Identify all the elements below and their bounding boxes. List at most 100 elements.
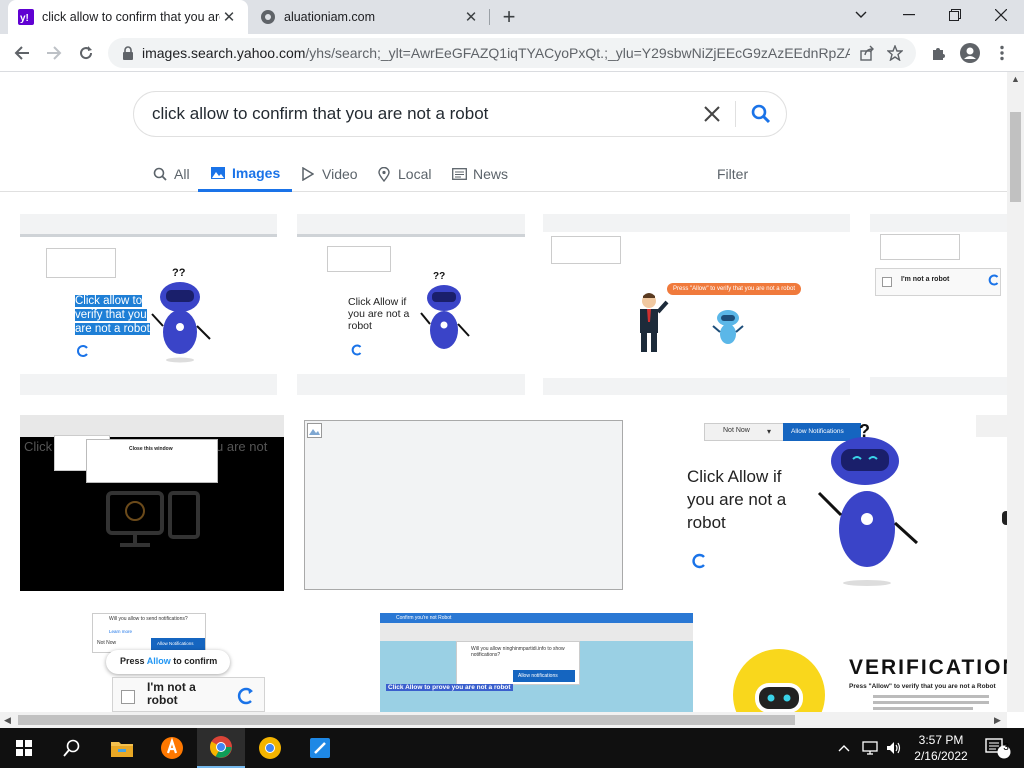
filter-button[interactable]: Filter <box>717 156 748 192</box>
url-text[interactable]: images.search.yahoo.com/yhs/search;_ylt=… <box>142 45 850 61</box>
file-explorer-icon[interactable] <box>98 728 146 768</box>
vertical-scroll-thumb[interactable] <box>1010 112 1021 202</box>
restore-button[interactable] <box>932 0 978 30</box>
verification-heading: VERIFICATION <box>849 656 1007 679</box>
search-divider <box>735 101 736 127</box>
clock-time: 3:57 PM <box>918 733 964 747</box>
tab-label: Local <box>398 166 432 182</box>
recaptcha-widget: I'm not a robot <box>875 268 1001 296</box>
highlighted-text: Click allow to verify that you are not a… <box>75 295 150 335</box>
chrome-icon[interactable] <box>197 728 245 768</box>
profile-avatar-icon[interactable] <box>956 39 984 67</box>
show-hidden-icons-chevron-icon[interactable] <box>832 728 856 768</box>
tab-title: click allow to confirm that you are not … <box>42 10 220 24</box>
forward-button[interactable] <box>40 39 68 67</box>
volume-icon[interactable] <box>882 728 906 768</box>
close-window-button[interactable] <box>978 0 1024 30</box>
image-result-thumbnail[interactable]: Click allow to verify that you are not a… <box>20 214 277 395</box>
allow-notifications-button: Allow notifications <box>518 673 558 679</box>
tab-label: All <box>174 166 190 182</box>
horizontal-scrollbar[interactable]: ◀ ▶ <box>0 712 1007 728</box>
share-icon[interactable] <box>856 42 878 64</box>
image-result-thumbnail[interactable]: I'm not a robot <box>870 214 1007 395</box>
image-result-thumbnail[interactable] <box>976 415 1007 593</box>
image-result-thumbnail[interactable]: Not Now ▾ Allow Notifications Click Allo… <box>643 415 956 593</box>
blue-app-icon[interactable] <box>296 728 344 768</box>
close-tab-icon[interactable]: ✕ <box>220 8 238 26</box>
search-input[interactable]: click allow to confirm that you are not … <box>152 104 697 124</box>
extensions-puzzle-icon[interactable] <box>924 39 952 67</box>
tab-title: aluationiam.com <box>284 10 376 24</box>
captcha-logo-icon <box>77 345 88 357</box>
network-icon[interactable] <box>858 728 882 768</box>
reload-button[interactable] <box>72 39 100 67</box>
tab-images[interactable]: Images <box>198 156 293 192</box>
recaptcha-checkbox <box>882 277 892 287</box>
image-result-thumbnail[interactable]: Click Allow if you are not a robot ?? <box>297 214 525 395</box>
clear-search-icon[interactable] <box>697 99 727 129</box>
recaptcha-widget: I'm not a robot <box>112 677 265 712</box>
press-allow-pill: Press Allow to confirm <box>106 650 230 674</box>
tab-news[interactable]: News <box>451 156 508 192</box>
search-box[interactable]: click allow to confirm that you are not … <box>133 91 787 137</box>
avast-icon[interactable] <box>148 728 196 768</box>
popup-question: Will you allow to send notifications? <box>109 616 188 622</box>
popup-question: Will you allow ninghinmpartidi.info to s… <box>471 646 565 658</box>
notification-popup: Will you allow to send notifications? Le… <box>92 613 206 653</box>
broken-image-placeholder[interactable] <box>304 420 623 590</box>
windows-start-icon[interactable] <box>0 728 48 768</box>
notification-popup <box>880 234 960 260</box>
play-icon <box>300 166 316 182</box>
image-result-thumbnail[interactable]: Confirm you're not Robot Will you allow … <box>380 613 693 712</box>
scroll-up-arrow-icon[interactable]: ▲ <box>1011 74 1020 84</box>
allow-notifications-button: Allow Notifications <box>157 641 194 646</box>
press-text: Press Allow to confirm <box>120 656 218 666</box>
svg-text:y!: y! <box>20 13 29 24</box>
search-button[interactable] <box>746 99 776 129</box>
lock-icon[interactable] <box>120 45 136 61</box>
not-now-button: Not Now <box>723 427 750 434</box>
blue-robot-icon: ?? <box>420 271 470 349</box>
yahoo-favicon-icon: y! <box>18 9 34 25</box>
image-result-thumbnail[interactable]: Press "Allow" to verify that you are not… <box>543 214 850 395</box>
recaptcha-label: I'm not a robot <box>901 276 950 283</box>
filter-label: Filter <box>717 166 749 182</box>
tab-aluationiam[interactable]: aluationiam.com ✕ <box>250 0 490 34</box>
chrome-canary-icon[interactable] <box>246 728 294 768</box>
vertical-scrollbar[interactable]: ▲ <box>1007 72 1024 712</box>
scroll-left-arrow-icon[interactable]: ◀ <box>4 715 11 726</box>
bookmark-star-icon[interactable] <box>884 42 906 64</box>
search-icon <box>152 166 168 182</box>
image-result-thumbnail[interactable]: VERIFICATION Press "Allow" to verify tha… <box>713 613 1007 712</box>
globe-icon <box>260 9 276 25</box>
clock-date: 2/16/2022 <box>914 749 968 763</box>
tab-all[interactable]: All <box>152 156 190 192</box>
close-tab-icon[interactable]: ✕ <box>462 8 480 26</box>
search-icon[interactable] <box>48 728 96 768</box>
search-results-page: click allow to confirm that you are not … <box>0 72 1007 712</box>
scroll-right-arrow-icon[interactable]: ▶ <box>994 715 1001 726</box>
recaptcha-label: I'm not a robot <box>147 680 196 707</box>
browser-frame <box>20 415 284 437</box>
tab-yahoo-search[interactable]: y! click allow to confirm that you are n… <box>8 0 248 34</box>
horizontal-scroll-thumb[interactable] <box>18 715 795 725</box>
image-result-thumbnail[interactable]: Will you allow to send notifications? Le… <box>20 613 360 712</box>
tab-video[interactable]: Video <box>300 156 358 192</box>
tab-strip: y! click allow to confirm that you are n… <box>0 0 1024 34</box>
minimize-button[interactable] <box>886 0 932 30</box>
not-now-button: Not Now <box>97 640 117 646</box>
thumbnail-caption: Click <box>24 439 53 454</box>
tab-local[interactable]: Local <box>376 156 431 192</box>
address-bar[interactable]: images.search.yahoo.com/yhs/search;_ylt=… <box>108 38 916 68</box>
taskbar-clock[interactable]: 3:57 PM 2/16/2022 <box>908 732 974 764</box>
thumbnail-caption: Click Allow if you are not a robot <box>348 296 410 332</box>
notification-popup <box>327 246 391 272</box>
action-center-icon[interactable]: 3 <box>978 728 1018 768</box>
image-result-thumbnail[interactable]: Click u are not Close this window <box>20 415 284 591</box>
new-tab-button[interactable]: + <box>496 4 522 29</box>
tab-search-chevron-icon[interactable] <box>838 0 884 30</box>
back-button[interactable] <box>8 39 36 67</box>
svg-text:??: ?? <box>172 267 186 279</box>
chrome-menu-icon[interactable] <box>988 39 1016 67</box>
notification-popup <box>46 248 116 278</box>
